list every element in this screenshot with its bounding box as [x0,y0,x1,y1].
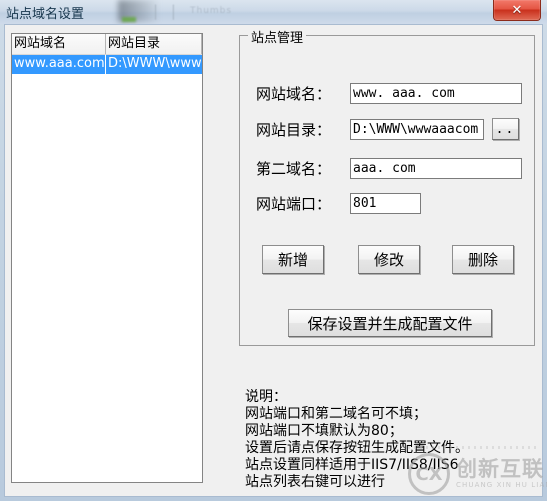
label-domain: 网站域名： [256,84,332,103]
group-title: 站点管理 [248,27,307,46]
watermark-logo-text: CX [415,463,443,485]
site-list[interactable]: 网站域名 网站目录 www.aaa.com D:\WWW\wwwa [11,33,203,483]
site-management-group: 站点管理 网站域名： www. aaa. com 网站目录： D:\WWW\ww… [239,27,535,346]
field-row-second-domain: 第二域名： aaa. com [256,157,522,179]
label-port: 网站端口： [256,194,332,213]
table-row[interactable]: www.aaa.com D:\WWW\wwwa [12,55,202,74]
domain-input[interactable]: www. aaa. com [350,82,522,104]
cell-directory: D:\WWW\wwwa [106,55,202,74]
column-header-domain[interactable]: 网站域名 [12,34,106,54]
watermark: CX 创新互联 CHUANG XIN HU LIAN [408,452,547,496]
directory-input[interactable]: D:\WWW\wwwaaacom [350,118,484,140]
title-bar-ghost-icon: | | [153,2,180,20]
window-title: 站点域名设置 [6,7,85,22]
label-second-domain: 第二域名： [256,159,332,178]
watermark-sub-text: CHUANG XIN HU LIAN [456,481,547,489]
title-bar-ghost-label: Thumbs [190,6,233,16]
label-directory: 网站目录： [256,120,332,139]
close-icon: ✕ [511,2,523,18]
watermark-main-text: 创新互联 [456,457,544,481]
field-row-directory: 网站目录： D:\WWW\wwwaaacom .. [256,118,519,140]
note-line-1: 网站端口和第二域名可不填； [245,406,427,422]
port-input[interactable]: 801 [350,192,421,214]
note-line-0: 说明： [245,389,287,405]
watermark-dot-rule [408,446,540,449]
second-domain-input[interactable]: aaa. com [350,157,522,179]
edit-button[interactable]: 修改 [358,245,420,274]
client-area: 网站域名 网站目录 www.aaa.com D:\WWW\wwwa 站点管理 网… [4,24,543,497]
title-bar: 站点域名设置 | | Thumbs ✕ [0,0,547,24]
note-line-2: 网站端口不填默认为80； [245,423,403,439]
screen: 站点域名设置 | | Thumbs ✕ 网站域名 网站目录 www.aaa.co… [0,0,547,501]
watermark-logo-icon: CX [408,453,450,495]
field-row-domain: 网站域名： www. aaa. com [256,82,522,104]
app-window: 站点域名设置 | | Thumbs ✕ 网站域名 网站目录 www.aaa.co… [0,0,547,501]
browse-button[interactable]: .. [492,118,519,140]
watermark-text: 创新互联 CHUANG XIN HU LIAN [456,458,547,490]
close-button[interactable]: ✕ [493,0,541,21]
save-config-button[interactable]: 保存设置并生成配置文件 [288,309,492,337]
cell-domain: www.aaa.com [12,55,106,74]
site-list-header: 网站域名 网站目录 [12,34,202,55]
delete-button[interactable]: 删除 [452,245,514,274]
column-header-directory[interactable]: 网站目录 [106,34,202,54]
field-row-port: 网站端口： 801 [256,192,421,214]
title-bar-green-accent [122,17,136,22]
add-button[interactable]: 新增 [262,245,324,274]
